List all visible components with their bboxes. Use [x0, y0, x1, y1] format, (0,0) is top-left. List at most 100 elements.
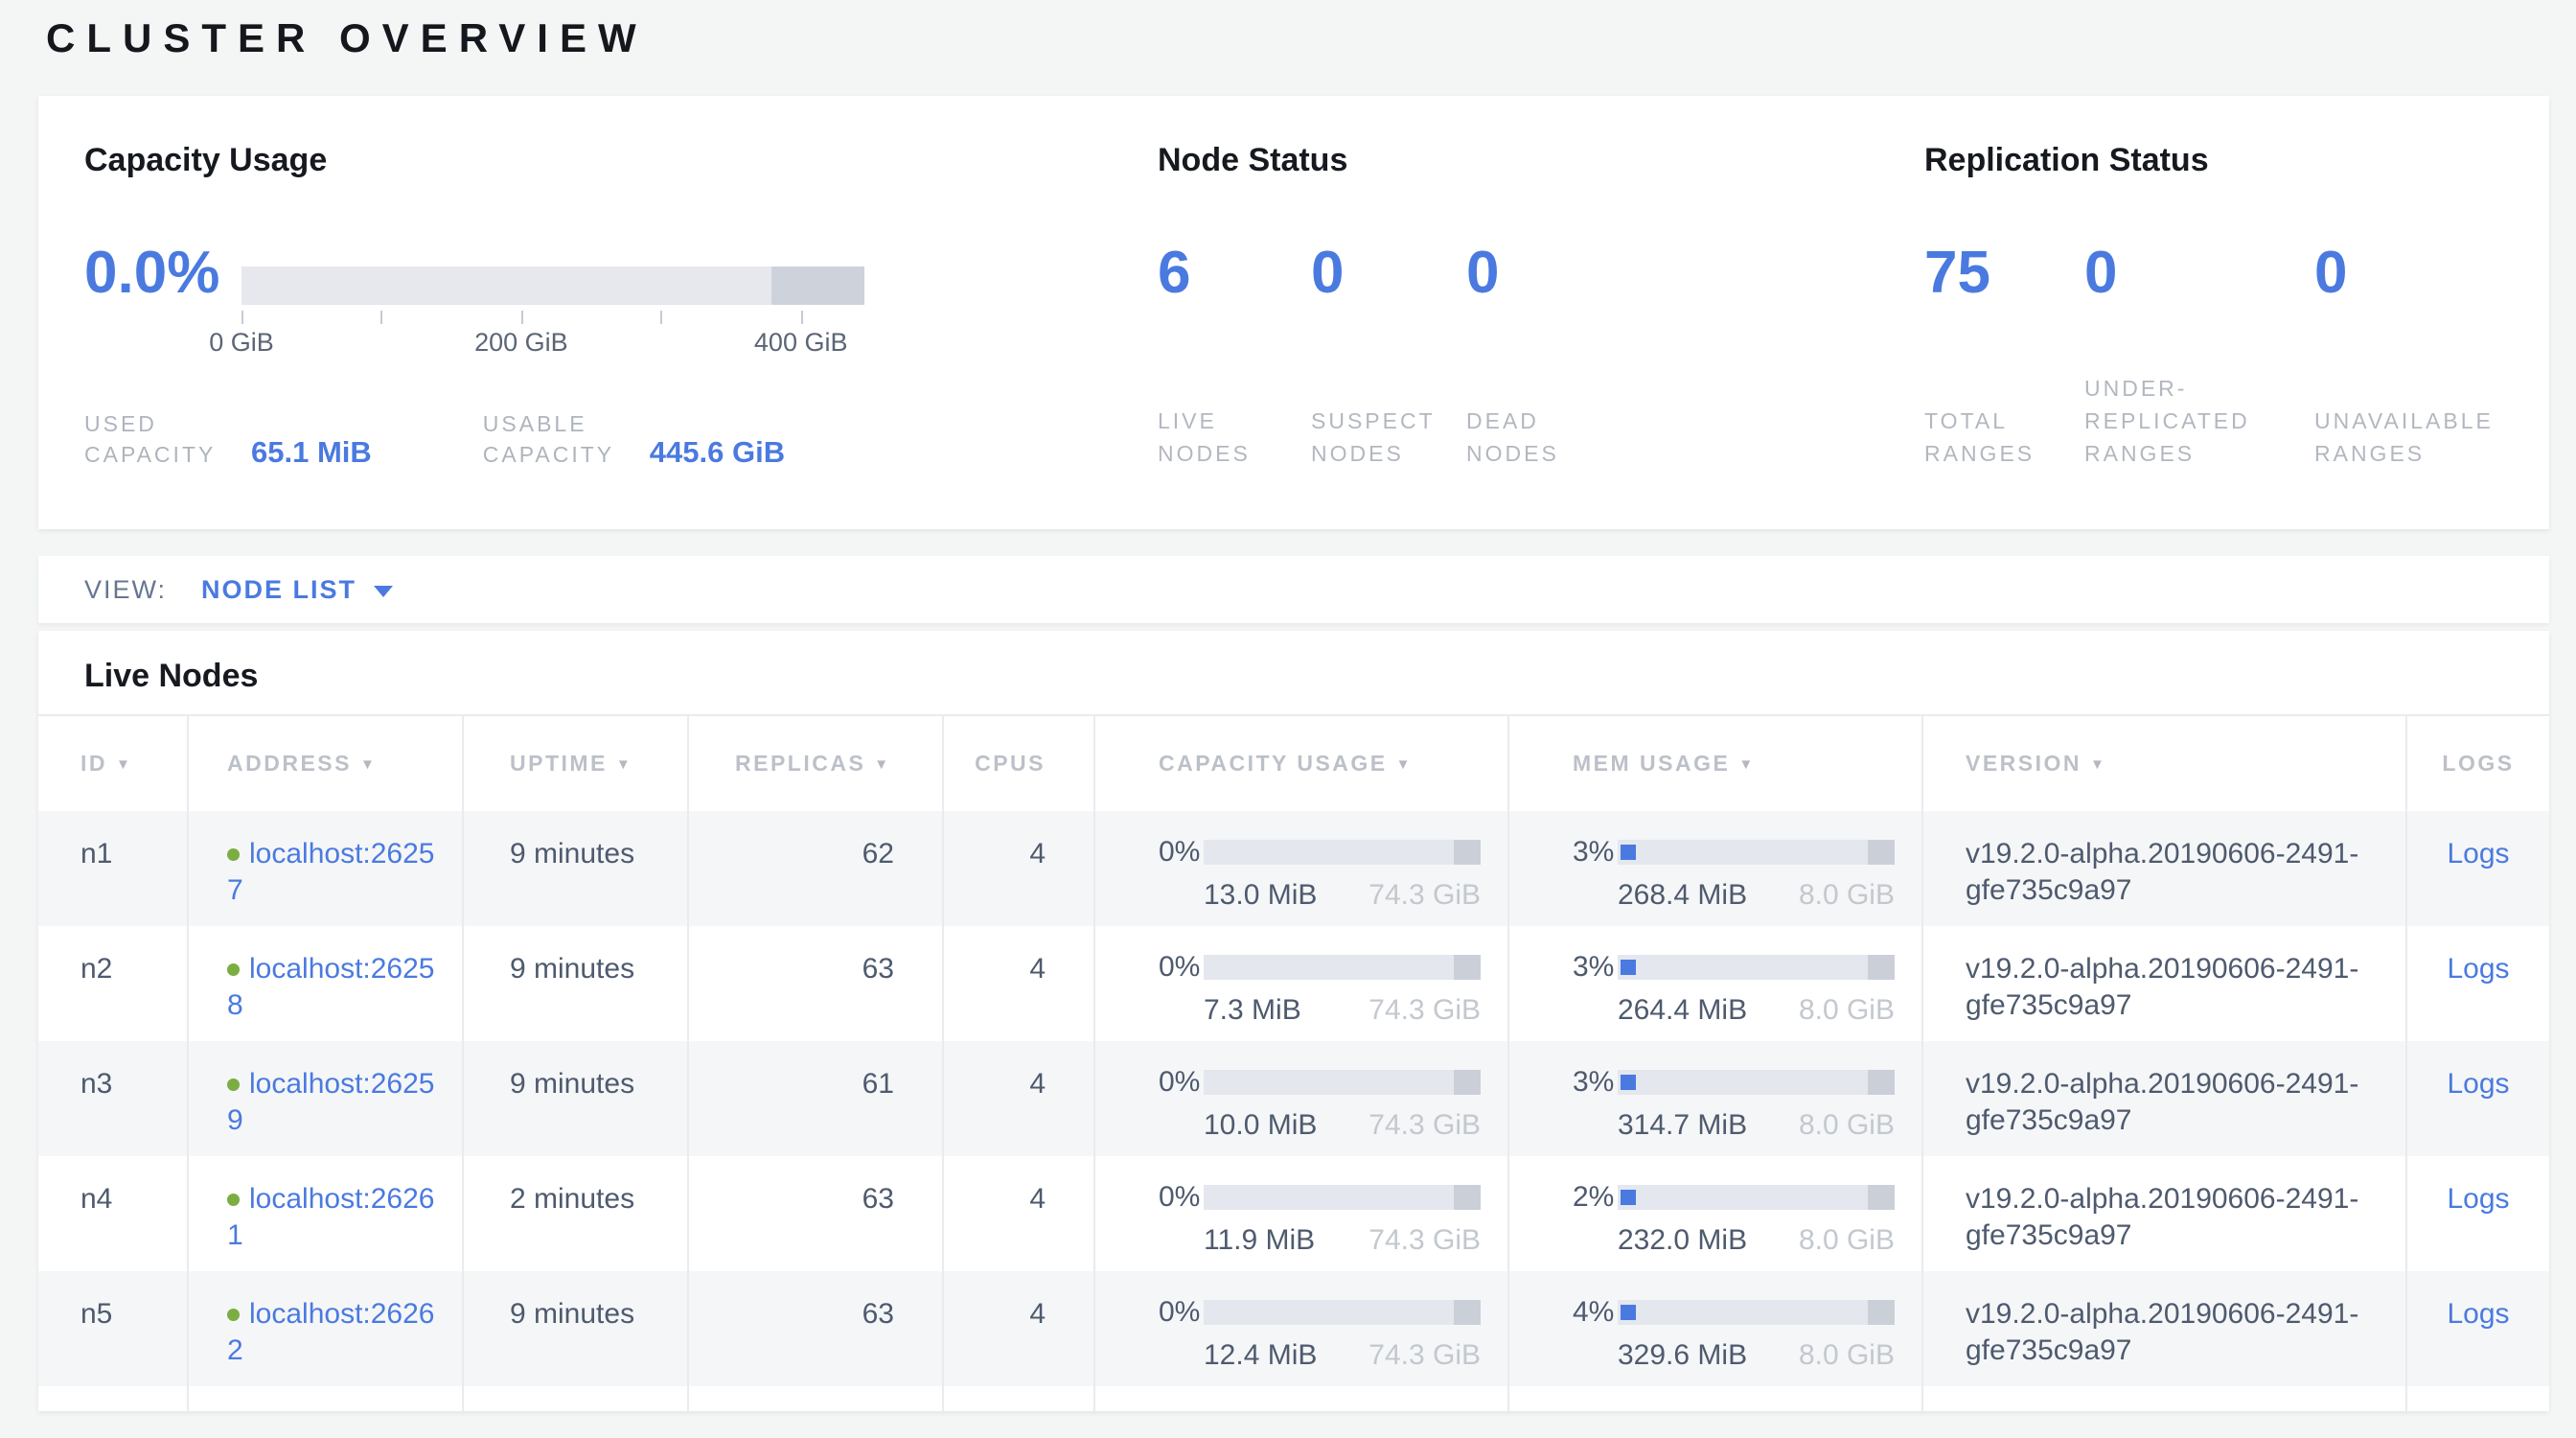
node-address-cell: localhost:26258 [188, 926, 463, 1041]
node-replicas-cell: 62 [688, 811, 943, 926]
node-address-link[interactable]: localhost:26259 [227, 1068, 434, 1136]
partial-cell [2406, 1386, 2549, 1411]
node-list-dropdown[interactable]: NODE LIST [201, 575, 393, 605]
gauge-tick [380, 311, 382, 324]
partial-table-row [38, 1386, 2549, 1411]
node-logs-link[interactable]: Logs [2447, 1298, 2509, 1330]
capacity-usage-percent: 0% [1159, 1064, 1204, 1101]
capacity-bar-dark-segment [1454, 955, 1481, 980]
gauge-tick-label: 400 GiB [754, 328, 848, 358]
mem-usage-cell: 3%314.7 MiB8.0 GiB [1508, 1041, 1922, 1156]
capacity-usage-section: Capacity Usage 0.0% 0 GiB 200 GiB 400 Gi… [84, 142, 1119, 487]
unavailable-ranges-label: UNAVAILABLE RANGES [2314, 405, 2537, 470]
mem-used-value: 232.0 MiB [1618, 1222, 1747, 1259]
gauge-track [242, 267, 864, 305]
node-logs-link[interactable]: Logs [2447, 1068, 2509, 1100]
node-status-title: Node Status [1158, 142, 1905, 179]
mem-usage-bar [1618, 840, 1895, 865]
column-header-address[interactable]: ADDRESS▼ [188, 715, 463, 811]
capacity-stats: USED CAPACITY 65.1 MiB USABLE CAPACITY 4… [84, 408, 896, 470]
capacity-usage-percent: 0% [1159, 1179, 1204, 1216]
mem-usage-values: 329.6 MiB8.0 GiB [1618, 1337, 1895, 1374]
sort-arrow-icon: ▼ [360, 756, 377, 773]
mem-used-fill [1621, 1190, 1636, 1205]
mem-usage-meter: 3% [1573, 834, 1895, 870]
capacity-usage-meter: 0% [1159, 1064, 1481, 1101]
node-id-cell: n1 [38, 811, 188, 926]
capacity-used-value: 13.0 MiB [1204, 877, 1317, 914]
summary-card: Capacity Usage 0.0% 0 GiB 200 GiB 400 Gi… [38, 96, 2549, 529]
view-label: VIEW: [84, 575, 167, 605]
capacity-bar-dark-segment [1454, 1185, 1481, 1210]
usable-capacity-value: 445.6 GiB [650, 435, 785, 470]
column-header-label: VERSION [1966, 751, 2082, 776]
node-logs-cell: Logs [2406, 1271, 2549, 1386]
capacity-usage-cell: 0%10.0 MiB74.3 GiB [1094, 1041, 1508, 1156]
column-header-id[interactable]: ID▼ [38, 715, 188, 811]
node-logs-link[interactable]: Logs [2447, 838, 2509, 870]
capacity-total-value: 74.3 GiB [1368, 1222, 1481, 1259]
live-nodes-card: Live Nodes ID▼ADDRESS▼UPTIME▼REPLICAS▼CP… [38, 631, 2549, 1411]
capacity-usage-bar [1204, 955, 1481, 980]
dead-nodes-label: DEAD NODES [1466, 405, 1600, 470]
column-header-version[interactable]: VERSION▼ [1922, 715, 2406, 811]
capacity-used-value: 7.3 MiB [1204, 992, 1301, 1029]
sort-arrow-icon: ▼ [874, 756, 890, 773]
live-nodes-count: 6 [1158, 242, 1190, 305]
node-address-link[interactable]: localhost:26262 [227, 1298, 434, 1366]
live-status-dot-icon [227, 1078, 240, 1091]
sort-arrow-icon: ▼ [616, 756, 632, 773]
sort-arrow-icon: ▼ [1396, 756, 1413, 773]
mem-used-value: 264.4 MiB [1618, 992, 1747, 1029]
mem-usage-meter: 3% [1573, 949, 1895, 986]
gauge-tick [801, 311, 803, 324]
partial-cell [38, 1386, 188, 1411]
chevron-down-icon [374, 586, 393, 597]
view-bar: VIEW: NODE LIST [38, 556, 2549, 623]
node-cpus-cell: 4 [943, 926, 1094, 1041]
column-header-label: REPLICAS [735, 751, 865, 776]
node-address-link[interactable]: localhost:26258 [227, 953, 434, 1021]
capacity-usage-bar [1204, 1300, 1481, 1325]
column-header-replicas[interactable]: REPLICAS ▼ [688, 715, 943, 811]
table-row: n4localhost:262612 minutes6340%11.9 MiB7… [38, 1156, 2549, 1271]
node-version-cell: v19.2.0-alpha.20190606-2491-gfe735c9a97 [1922, 926, 2406, 1041]
table-row: n3localhost:262599 minutes6140%10.0 MiB7… [38, 1041, 2549, 1156]
column-header-label: CAPACITY USAGE [1159, 751, 1388, 776]
mem-usage-cell: 4%329.6 MiB8.0 GiB [1508, 1271, 1922, 1386]
mem-bar-dark-segment [1868, 840, 1895, 865]
under-replicated-ranges-count: 0 [2084, 242, 2117, 305]
node-uptime-cell: 2 minutes [463, 1156, 688, 1271]
column-header-label: ID [80, 751, 107, 776]
partial-cell [1508, 1386, 1922, 1411]
live-status-dot-icon [227, 1194, 240, 1206]
node-address-cell: localhost:26257 [188, 811, 463, 926]
mem-bar-dark-segment [1868, 955, 1895, 980]
column-header-mem[interactable]: MEM USAGE▼ [1508, 715, 1922, 811]
node-logs-link[interactable]: Logs [2447, 953, 2509, 985]
under-replicated-ranges-label: UNDER-REPLICATED RANGES [2084, 372, 2307, 470]
mem-usage-percent: 3% [1573, 1064, 1618, 1101]
node-cpus-cell: 4 [943, 1271, 1094, 1386]
column-header-capacity[interactable]: CAPACITY USAGE ▼ [1094, 715, 1508, 811]
capacity-usage-meter: 0% [1159, 1179, 1481, 1216]
node-logs-link[interactable]: Logs [2447, 1183, 2509, 1215]
node-address-link[interactable]: localhost:26257 [227, 838, 434, 906]
mem-used-fill [1621, 1305, 1636, 1320]
mem-used-value: 268.4 MiB [1618, 877, 1747, 914]
unavailable-ranges-count: 0 [2314, 242, 2347, 305]
node-address-link[interactable]: localhost:26261 [227, 1183, 434, 1251]
replication-status-title: Replication Status [1924, 142, 2549, 179]
column-header-cpus[interactable]: CPUS [943, 715, 1094, 811]
page-title: CLUSTER OVERVIEW [46, 15, 648, 61]
mem-usage-cell: 3% 264.4 MiB 8.0 GiB [1508, 926, 1922, 1041]
mem-total-value: 8.0 GiB [1799, 1337, 1895, 1374]
mem-total-value: 8.0 GiB [1799, 1222, 1895, 1259]
column-header-logs[interactable]: LOGS [2406, 715, 2549, 811]
node-status-section: Node Status 6 0 0 LIVE NODES SUSPECT NOD… [1158, 142, 1905, 487]
mem-total-value: 8.0 GiB [1799, 992, 1895, 1029]
column-header-uptime[interactable]: UPTIME▼ [463, 715, 688, 811]
capacity-usage-cell: 0%11.9 MiB74.3 GiB [1094, 1156, 1508, 1271]
node-version-cell: v19.2.0-alpha.20190606-2491-gfe735c9a97 [1922, 1271, 2406, 1386]
gauge-tick-labels: 0 GiB 200 GiB 400 GiB [242, 328, 864, 360]
